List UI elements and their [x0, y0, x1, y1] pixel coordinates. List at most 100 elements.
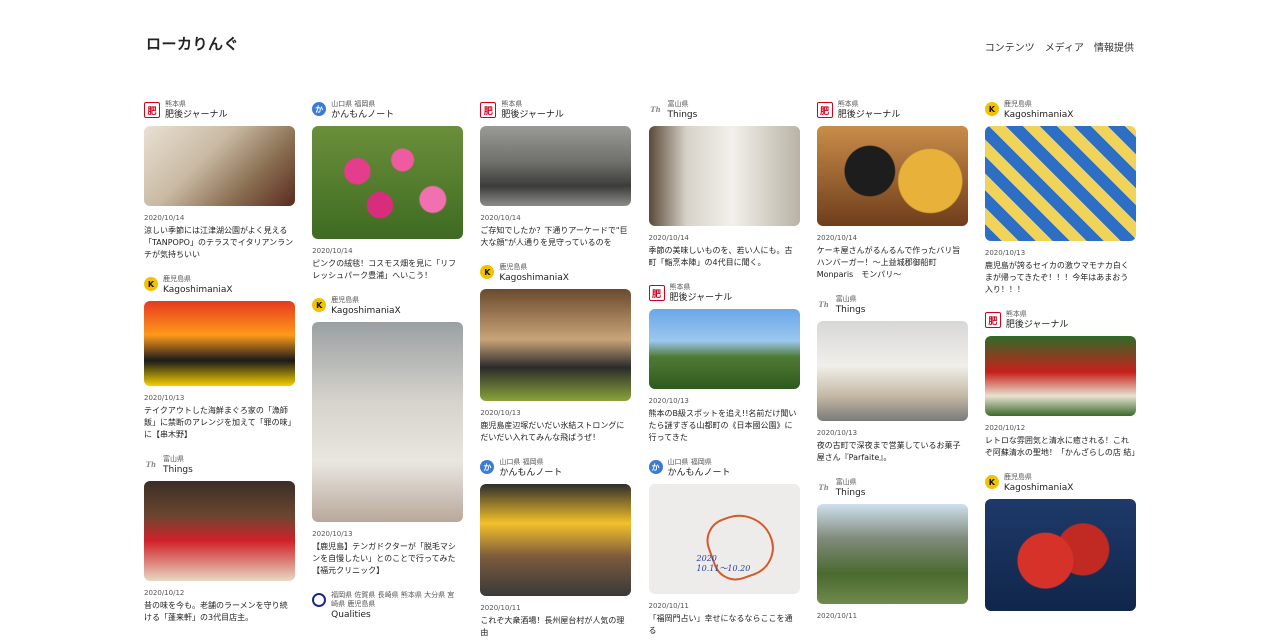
source-name[interactable]: Things — [668, 109, 698, 121]
article-date: 2020/10/13 — [144, 394, 185, 402]
handwritten-date: 2020 10.11〜10.20 — [697, 554, 751, 574]
kagoshimaniax-logo-icon: K — [984, 475, 999, 489]
article-title[interactable]: 鹿児島産辺塚だいだい氷結ストロングにだいだい入れてみんな飛ばうぜ！ — [480, 420, 631, 444]
article-title[interactable]: 熊本のB級スポットを追え!!名前だけ聞いたら謎すぎる山都町の《日本國公園》に行っ… — [649, 408, 800, 444]
article-title[interactable]: ご存知でしたか？下通りアーケードで"巨大な顔"が人通りを見守っているのを — [480, 225, 631, 249]
source-name[interactable]: 肥後ジャーナル — [1006, 319, 1069, 331]
article-title[interactable]: 涼しい季節には江津湖公園がよく見える「TANPOPO」のテラスでイタリアンランチ… — [144, 225, 295, 261]
source-name[interactable]: KagoshimaniaX — [1004, 482, 1074, 494]
nav-media[interactable]: メディア — [1045, 39, 1084, 54]
prefecture: 鹿児島県 — [163, 275, 191, 283]
article-card[interactable]: K 鹿児島県 KagoshimaniaX — [984, 473, 1136, 611]
prefecture: 鹿児島県 — [331, 296, 360, 304]
source-name[interactable]: Things — [836, 487, 866, 499]
source-name[interactable]: かんもんノート — [668, 467, 731, 479]
article-card[interactable]: 肥 熊本県 肥後ジャーナル 2020/10/14 ご存知でしたか？下通りアーケード… — [480, 100, 632, 249]
article-title[interactable]: ピンクの絨毯！コスモス畑を見に「リフレッシュパーク豊浦」へいこう！ — [312, 258, 463, 282]
article-thumbnail[interactable] — [816, 321, 968, 421]
source-name[interactable]: KagoshimaniaX — [331, 305, 401, 317]
article-title[interactable]: 季節の美味しいものを、若い人にも。古町「鮨烹本陣」の4代目に聞く。 — [649, 245, 800, 269]
article-title[interactable]: 昔の味を今も。老舗のラーメンを守り続ける「蓬来軒」の3代目店主。 — [144, 600, 295, 624]
article-thumbnail[interactable] — [312, 126, 464, 239]
article-card[interactable]: K 鹿児島県 KagoshimaniaX 2020/10/13 テイクアウトした海… — [144, 275, 295, 441]
things-logo-icon: Th — [144, 457, 158, 471]
article-title[interactable]: 「福岡門占い」幸せになるならここを通る — [649, 613, 800, 637]
article-card[interactable]: か 山口県 福岡県 かんもんノート 2020 10.11〜10.20 2020/1… — [648, 458, 800, 637]
source: か 山口県 福岡県 かんもんノート — [648, 458, 800, 482]
article-date: 2020/10/13 — [312, 530, 353, 538]
article-thumbnail[interactable] — [480, 289, 632, 401]
kagoshimaniax-logo-icon: K — [480, 265, 495, 279]
article-card[interactable]: 肥 熊本県 肥後ジャーナル 2020/10/14 ケーキ屋さんがるんるんで作ったバ… — [816, 100, 968, 281]
site-title[interactable]: ローカりんぐ — [146, 33, 239, 54]
article-card[interactable]: Th 富山県 Things 2020/10/11 — [816, 478, 968, 621]
source-name[interactable]: KagoshimaniaX — [163, 284, 233, 296]
article-thumbnail[interactable] — [648, 126, 800, 226]
article-title[interactable]: レトロな雰囲気と清水に癒される！これぞ阿蘇清水の聖地！「かんざらしの店 結」 — [985, 435, 1140, 459]
article-date: 2020/10/11 — [480, 604, 521, 612]
article-card[interactable]: Th 富山県 Things 2020/10/12 昔の味を今も。老舗のラーメンを守… — [144, 455, 295, 624]
article-card[interactable]: 肥 熊本県 肥後ジャーナル 2020/10/14 涼しい季節には江津湖公園がよく見… — [144, 100, 295, 261]
prefecture: 熊本県 — [1005, 310, 1027, 318]
article-card[interactable]: か 山口県 福岡県 かんもんノート 2020/10/11 これぞ大衆酒場！長州屋台… — [480, 458, 632, 639]
higo-journal-logo-icon: 肥 — [480, 102, 497, 118]
prefecture: 富山県 — [835, 295, 857, 303]
article-thumbnail[interactable] — [984, 499, 1136, 611]
article-date: 2020/10/13 — [648, 397, 689, 405]
nav-contents[interactable]: コンテンツ — [985, 39, 1035, 54]
article-thumbnail[interactable] — [984, 126, 1136, 241]
article-card[interactable]: か 山口県 福岡県 かんもんノート 2020/10/14 ピンクの絨毯！コスモス畑… — [312, 100, 464, 282]
handwritten-year: 2020 — [696, 554, 717, 563]
source-name[interactable]: 肥後ジャーナル — [501, 109, 564, 121]
prefecture: 熊本県 — [165, 100, 186, 108]
grid-column: 肥 熊本県 肥後ジャーナル 2020/10/14 ケーキ屋さんがるんるんで作ったバ… — [816, 100, 968, 644]
article-card[interactable]: 福岡県 佐賀県 長崎県 熊本県 大分県 宮崎県 鹿児島県 Qualities — [312, 591, 463, 620]
article-thumbnail[interactable] — [480, 484, 632, 596]
article-thumbnail[interactable] — [984, 336, 1136, 416]
source-name[interactable]: かんもんノート — [499, 467, 562, 479]
source-name[interactable]: Things — [836, 304, 866, 316]
article-title[interactable]: これぞ大衆酒場！長州屋台村が人気の理由 — [480, 615, 631, 639]
article-card[interactable]: Th 富山県 Things 2020/10/14 季節の美味しいものを、若い人にも… — [648, 100, 800, 269]
source: か 山口県 福岡県 かんもんノート — [312, 100, 463, 124]
source-name[interactable]: KagoshimaniaX — [1004, 109, 1074, 121]
source: Th 富山県 Things — [144, 455, 295, 479]
article-card[interactable]: K 鹿児島県 KagoshimaniaX 2020/10/13 【鹿児島】テンガド… — [312, 296, 464, 577]
prefecture: 鹿児島県 — [499, 263, 528, 271]
article-thumbnail[interactable] — [648, 309, 800, 389]
article-card[interactable]: K 鹿児島県 KagoshimaniaX 2020/10/13 鹿児島産辺塚だいだ… — [480, 263, 632, 444]
article-card[interactable]: K 鹿児島県 KagoshimaniaX 2020/10/13 鹿児島が誇るセイカ… — [984, 100, 1136, 296]
article-thumbnail[interactable] — [144, 481, 295, 581]
kagoshimaniax-logo-icon: K — [144, 277, 158, 291]
higo-journal-logo-icon: 肥 — [984, 312, 1001, 328]
source-name[interactable]: 肥後ジャーナル — [670, 292, 733, 304]
handwriting-doodle — [699, 504, 782, 588]
source-name[interactable]: Qualities — [331, 609, 461, 621]
article-title[interactable]: ケーキ屋さんがるんるんで作ったバリ旨ハンバーガー！〜上益城郡御船町 Monpar… — [817, 245, 968, 281]
article-title[interactable]: テイクアウトした海鮮まぐろ家の「漁師飯」に禁断のアレンジを加えて「罪の味」に【串… — [144, 405, 295, 441]
article-title[interactable]: 【鹿児島】テンガドクターが「脱毛マシンを自慢したい」とのことで行ってみた【福元ク… — [312, 541, 463, 577]
article-thumbnail[interactable] — [816, 126, 968, 226]
things-logo-icon: Th — [648, 102, 663, 116]
article-thumbnail[interactable] — [144, 126, 295, 206]
article-thumbnail[interactable] — [144, 301, 295, 386]
source-name[interactable]: 肥後ジャーナル — [165, 109, 228, 121]
grid-column: か 山口県 福岡県 かんもんノート 2020/10/14 ピンクの絨毯！コスモス畑… — [312, 100, 464, 644]
article-thumbnail[interactable] — [480, 126, 632, 206]
source-name[interactable]: Things — [163, 464, 193, 476]
source: 肥 熊本県 肥後ジャーナル — [144, 100, 295, 124]
article-card[interactable]: 肥 熊本県 肥後ジャーナル 2020/10/12 レトロな雰囲気と清水に癒される！… — [984, 310, 1140, 459]
article-thumbnail[interactable] — [312, 322, 464, 522]
article-card[interactable]: 肥 熊本県 肥後ジャーナル 2020/10/13 熊本のB級スポットを追え!!名前… — [648, 283, 800, 444]
article-thumbnail[interactable] — [816, 504, 968, 604]
source-name[interactable]: KagoshimaniaX — [499, 272, 569, 284]
article-date: 2020/10/14 — [480, 214, 521, 222]
source-name[interactable]: 肥後ジャーナル — [838, 109, 901, 121]
article-card[interactable]: Th 富山県 Things 2020/10/13 夜の古町で深夜まで営業しているお… — [816, 295, 968, 464]
source: K 鹿児島県 KagoshimaniaX — [480, 263, 631, 287]
article-title[interactable]: 夜の古町で深夜まで営業しているお菓子屋さん『Parfaite』。 — [817, 440, 968, 464]
nav-submit-info[interactable]: 情報提供 — [1094, 39, 1134, 54]
source-name[interactable]: かんもんノート — [331, 109, 394, 121]
article-thumbnail[interactable]: 2020 10.11〜10.20 — [648, 484, 800, 594]
article-title[interactable]: 鹿児島が誇るセイカの激ウマモナカ白くまが帰ってきたぞ！！！今年はあまおう入り！！… — [985, 260, 1136, 296]
